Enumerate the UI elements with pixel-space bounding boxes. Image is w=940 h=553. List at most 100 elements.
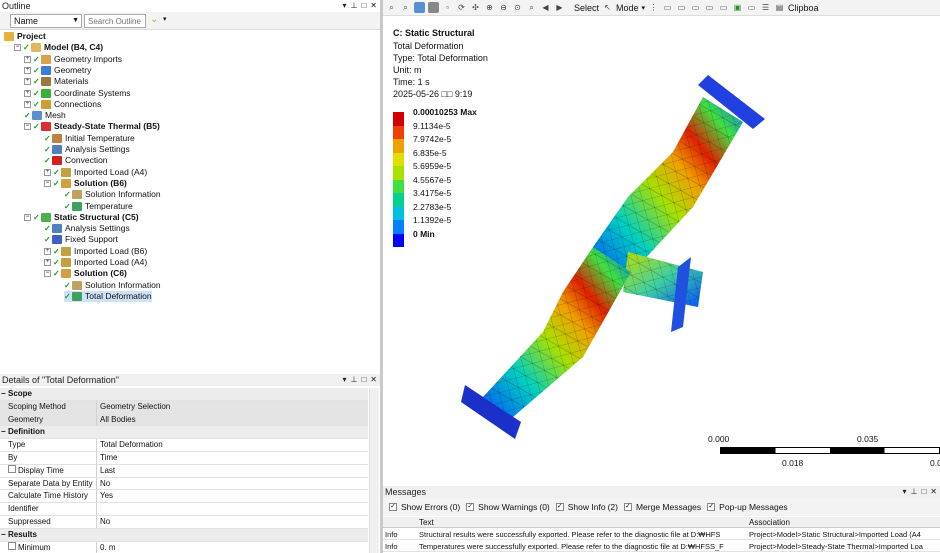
tree-node-solution-information[interactable]: ✓ Solution Information — [64, 280, 161, 291]
tree-node-total-deformation[interactable]: ✓ Total Deformation — [64, 290, 152, 302]
expand-toggle-icon[interactable]: + — [44, 259, 51, 266]
maximize-icon[interactable]: □ — [361, 0, 366, 12]
legend-label[interactable]: 3.4175e-5 — [413, 188, 451, 198]
expand-toggle-icon[interactable]: + — [24, 66, 31, 74]
name-filter-combo[interactable]: Name ▼ — [10, 14, 82, 28]
collapse-icon[interactable]: − — [1, 388, 6, 400]
legend-label[interactable]: 9.1134e-5 — [413, 121, 451, 131]
property-checkbox[interactable] — [8, 541, 16, 550]
tree-node-analysis-settings[interactable]: ✓ Analysis Settings — [44, 223, 130, 234]
legend-label[interactable]: 4.5567e-5 — [413, 175, 451, 185]
tree-node-solution-information[interactable]: ✓ Solution Information — [64, 189, 161, 200]
select-button[interactable]: Select — [574, 3, 599, 13]
column-text[interactable]: Text — [419, 517, 434, 528]
property-value[interactable]: Time — [97, 452, 368, 464]
expand-toggle-icon[interactable]: + — [24, 55, 31, 63]
property-value[interactable]: No — [97, 516, 368, 528]
details-group-definition[interactable]: − Definition — [0, 426, 368, 440]
details-scrollbar[interactable] — [369, 388, 379, 553]
tree-node-fixed-support[interactable]: ✓ Fixed Support — [44, 234, 118, 245]
details-row-identifier[interactable]: Identifier — [0, 503, 368, 516]
filter-show-errors[interactable]: ✓ Show Errors (0) — [389, 502, 460, 512]
rotate-icon[interactable]: ⟳ — [456, 2, 467, 13]
details-row-suppressed[interactable]: Suppressed No — [0, 516, 368, 529]
zoom-fit-icon[interactable]: ⌕ — [386, 2, 397, 13]
message-row[interactable]: Info Temperatures were successfully expor… — [383, 541, 940, 552]
property-value[interactable]: 0. m — [97, 542, 368, 553]
tree-node-convection[interactable]: ✓ Convection — [44, 155, 108, 166]
pan-icon[interactable]: ✣ — [470, 2, 481, 13]
next-view-icon[interactable]: ▶ — [554, 2, 565, 13]
element-face-filter-icon[interactable]: ▭ — [718, 2, 729, 13]
body-select-icon[interactable] — [414, 2, 425, 13]
graphics-viewport[interactable]: C: Static Structural Total Deformation T… — [383, 17, 940, 485]
face-filter-icon[interactable]: ▭ — [676, 2, 687, 13]
face-select-icon[interactable] — [428, 2, 439, 13]
close-icon[interactable]: ✕ — [370, 0, 377, 12]
details-row-geometry[interactable]: Geometry All Bodies — [0, 413, 368, 427]
property-value[interactable]: Geometry Selection — [97, 400, 368, 413]
vertex-filter-icon[interactable]: ⋮ — [648, 2, 659, 13]
extend-selection-icon[interactable]: ▭ — [746, 2, 757, 13]
legend-label[interactable]: 6.835e-5 — [413, 148, 447, 158]
tree-node-steady-state-thermal-b5[interactable]: − ✓ Steady-State Thermal (B5) — [24, 121, 160, 132]
property-value[interactable]: Total Deformation — [97, 439, 368, 451]
tree-node-temperature[interactable]: ✓ Temperature — [64, 201, 133, 212]
checkbox-checked-icon[interactable]: ✓ — [555, 503, 564, 511]
body-filter-icon[interactable]: ▭ — [690, 2, 701, 13]
property-value[interactable]: No — [97, 478, 368, 490]
details-row-display-time[interactable]: Display Time Last — [0, 464, 368, 478]
tree-node-static-structural-c5[interactable]: − ✓ Static Structural (C5) — [24, 212, 139, 223]
zoom-to-fit-icon[interactable]: ⊙ — [512, 2, 523, 13]
tree-node-mesh[interactable]: ✓ Mesh — [24, 110, 66, 121]
expand-toggle-icon[interactable]: + — [24, 100, 31, 108]
message-row[interactable]: Info Structural results were successfully… — [383, 529, 940, 540]
clipboard-icon[interactable]: ▤ — [774, 2, 785, 13]
property-checkbox[interactable] — [8, 464, 16, 473]
expand-toggle-icon[interactable]: − — [14, 44, 21, 52]
filter-chevron-icon[interactable]: ⌄ — [150, 14, 162, 26]
details-row-minimum[interactable]: Minimum 0. m — [0, 541, 368, 553]
maximize-icon[interactable]: □ — [921, 486, 926, 498]
expand-toggle-icon[interactable]: − — [44, 179, 51, 187]
legend-label[interactable]: 7.9742e-5 — [413, 134, 451, 144]
tree-node-geometry-imports[interactable]: + ✓ Geometry Imports — [24, 54, 122, 65]
legend-label[interactable]: 2.2783e-5 — [413, 202, 451, 212]
tree-node-geometry[interactable]: + ✓ Geometry — [24, 65, 91, 76]
pin-icon[interactable]: ⊥ — [910, 486, 917, 498]
tree-node-connections[interactable]: + ✓ Connections — [24, 99, 101, 110]
tree-node-imported-load-a4[interactable]: + ✓ Imported Load (A4) — [44, 257, 147, 268]
zoom-out-icon[interactable]: ⊖ — [498, 2, 509, 13]
legend-label[interactable]: 0 Min — [413, 229, 435, 239]
vertex-select-icon[interactable]: ▫ — [442, 2, 453, 13]
dropdown-icon[interactable]: ▾ — [902, 486, 906, 498]
tree-node-solution-c6[interactable]: − ✓ Solution (C6) — [44, 268, 127, 279]
expand-toggle-icon[interactable]: − — [44, 270, 51, 278]
filter-show-warnings[interactable]: ✓ Show Warnings (0) — [466, 502, 550, 512]
collapse-icon[interactable]: − — [1, 529, 6, 541]
expand-toggle-icon[interactable]: + — [24, 89, 31, 97]
tree-node-imported-load-a4[interactable]: + ✓ Imported Load (A4) — [44, 167, 147, 178]
tree-node-model-b4-c4[interactable]: − ✓ Model (B4, C4) — [14, 42, 103, 53]
tree-node-solution-b6[interactable]: − ✓ Solution (B6) — [44, 178, 127, 189]
pin-icon[interactable]: ⊥ — [350, 0, 357, 12]
zoom-box-icon[interactable]: ⌕ — [400, 2, 411, 13]
tree-node-materials[interactable]: + ✓ Materials — [24, 76, 88, 87]
details-group-scope[interactable]: − Scope — [0, 388, 368, 401]
details-group-results[interactable]: − Results — [0, 528, 368, 542]
select-cursor-icon[interactable]: ↖ — [602, 2, 613, 13]
close-icon[interactable]: ✕ — [930, 486, 937, 498]
property-value[interactable]: All Bodies — [97, 413, 368, 426]
tree-node-coordinate-systems[interactable]: + ✓ Coordinate Systems — [24, 88, 131, 99]
expand-toggle-icon[interactable]: + — [44, 168, 51, 176]
filter-pop-up-messages[interactable]: ✓ Pop-up Messages — [707, 502, 788, 512]
property-value[interactable]: Yes — [97, 490, 368, 502]
filter-show-info[interactable]: ✓ Show Info (2) — [555, 502, 618, 512]
maximize-icon[interactable]: □ — [361, 374, 366, 386]
tree-node-initial-temperature[interactable]: ✓ Initial Temperature — [44, 133, 135, 144]
property-value[interactable] — [97, 503, 368, 515]
expand-toggle-icon[interactable]: + — [24, 78, 31, 86]
checkbox-checked-icon[interactable]: ✓ — [466, 503, 475, 511]
tree-node-analysis-settings[interactable]: ✓ Analysis Settings — [44, 144, 130, 155]
tree-node-project[interactable]: Project — [4, 31, 46, 42]
